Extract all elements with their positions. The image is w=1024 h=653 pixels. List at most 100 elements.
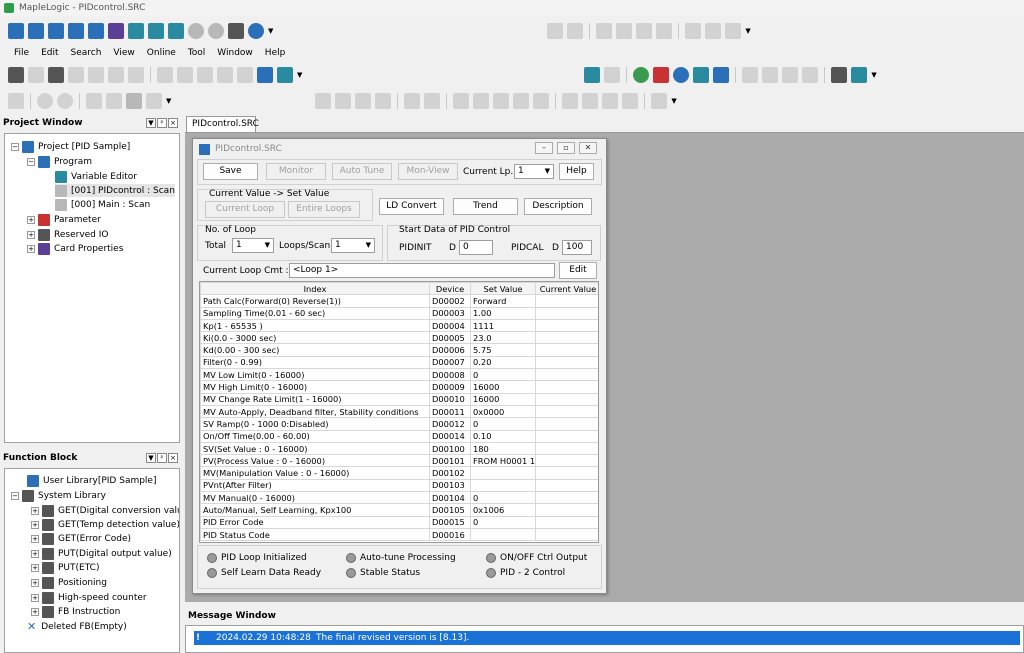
plc-copy-icon[interactable] — [604, 67, 621, 83]
table-row[interactable]: PID Status Code D00016 — [200, 527, 598, 542]
table-row[interactable]: MV(Manipulation Value : 0 - 16000) D00102 — [200, 466, 598, 480]
func2-icon[interactable] — [622, 93, 639, 109]
cell-set-value[interactable]: 0 — [470, 368, 536, 382]
collapse-icon[interactable]: − — [11, 142, 19, 151]
edit-button[interactable]: Edit — [559, 262, 597, 279]
stop-icon[interactable] — [208, 23, 224, 39]
loop-icon[interactable] — [633, 67, 650, 83]
upload-icon[interactable] — [68, 67, 84, 83]
set-icon[interactable] — [562, 93, 579, 109]
tree-parameter[interactable]: + Parameter — [27, 213, 101, 226]
table-icon[interactable] — [86, 93, 102, 109]
fb-item[interactable]: + GET(Error Code) — [31, 532, 131, 545]
panel-pin-button[interactable]: ᵖ — [157, 118, 167, 128]
tree-variable-editor[interactable]: Variable Editor — [55, 170, 137, 183]
tools-icon[interactable] — [831, 67, 848, 83]
page-remove-icon[interactable] — [802, 67, 819, 83]
table2-icon[interactable] — [106, 93, 122, 109]
rising-icon[interactable] — [493, 93, 510, 109]
panel-close-button[interactable]: × — [168, 118, 178, 128]
trend-icon[interactable] — [713, 67, 730, 83]
panel-menu-button[interactable]: ▼ — [146, 453, 156, 463]
fb-item[interactable]: + GET(Temp detection value) — [31, 518, 179, 531]
help-button[interactable]: Help — [559, 163, 594, 180]
monitor-button[interactable]: Monitor — [266, 163, 326, 180]
branch-icon[interactable] — [355, 93, 372, 109]
mon-view-button[interactable]: Mon-View — [398, 163, 458, 180]
connect-icon[interactable] — [8, 67, 24, 83]
cell-set-value[interactable]: 0.20 — [470, 355, 536, 370]
table-row[interactable]: Kp(1 - 65535 ) D00004 1111 — [200, 318, 598, 333]
table-row[interactable]: MV High Limit(0 - 16000) D00009 16000 — [200, 380, 598, 394]
expand-icon[interactable]: + — [27, 230, 35, 239]
tree-project-root[interactable]: − Project [PID Sample] — [11, 140, 130, 153]
fb-system-library[interactable]: − System Library — [11, 489, 106, 502]
open-recent-icon[interactable] — [48, 23, 64, 39]
expand-icon[interactable]: + — [31, 563, 39, 572]
table-row[interactable]: MV Low Limit(0 - 16000) D00008 0 — [200, 368, 598, 382]
fb-item[interactable]: + PUT(ETC) — [31, 561, 99, 574]
cell-set-value[interactable]: Forward — [470, 294, 536, 308]
f3-icon[interactable] — [424, 93, 441, 109]
download-icon[interactable] — [48, 67, 64, 83]
table-row[interactable]: PVnt(After Filter) D00103 — [200, 478, 598, 493]
cell-set-value[interactable]: 16000 — [470, 392, 536, 406]
fb-item[interactable]: + PUT(Digital output value) — [31, 547, 172, 560]
falling-icon[interactable] — [513, 93, 530, 109]
page-add-icon[interactable] — [782, 67, 799, 83]
cell-set-value[interactable]: 0x0000 — [470, 404, 536, 419]
table-row[interactable]: Auto/Manual, Self Learning, Kpx100 D00105… — [200, 503, 598, 517]
table-row[interactable]: MV Manual(0 - 16000) D00104 0 — [200, 491, 598, 505]
table-row[interactable]: PV(Process Value : 0 - 16000) D00101 FROM … — [200, 454, 598, 468]
menu-view[interactable]: View — [107, 46, 140, 60]
record-icon[interactable] — [188, 23, 204, 39]
menu-online[interactable]: Online — [141, 46, 182, 60]
nc-contact-icon[interactable] — [473, 93, 490, 109]
breakpoint-icon[interactable] — [217, 67, 233, 83]
gear-icon[interactable] — [673, 67, 690, 83]
fb-item[interactable]: + High-speed counter — [31, 591, 147, 604]
cell-set-value[interactable] — [470, 478, 536, 493]
loop-comment-input[interactable]: <Loop 1> — [289, 263, 555, 278]
cell-set-value[interactable]: 0 — [470, 515, 536, 529]
goto-icon[interactable] — [725, 23, 742, 39]
description-button[interactable]: Description — [524, 198, 592, 215]
coil-icon[interactable] — [335, 93, 352, 109]
current-lp-select[interactable]: 1 ▼ — [514, 164, 554, 179]
maximize-button[interactable]: ▫ — [557, 142, 575, 154]
replace-icon[interactable] — [705, 23, 722, 39]
info-icon[interactable] — [237, 67, 253, 83]
print-icon[interactable] — [228, 23, 244, 39]
table3-icon[interactable] — [126, 93, 142, 109]
expand-icon[interactable]: + — [31, 549, 39, 558]
toolbar-dropdown-icon[interactable]: ▼ — [871, 71, 876, 79]
minimize-button[interactable]: – — [535, 142, 553, 154]
expand-icon[interactable]: + — [27, 215, 35, 224]
table-row[interactable]: SV(Set Value : 0 - 16000) D00100 180 — [200, 441, 598, 456]
toolbar-dropdown-icon[interactable]: ▼ — [745, 27, 750, 35]
cell-set-value[interactable]: 0x1006 — [470, 503, 536, 517]
table4-icon[interactable] — [146, 93, 162, 109]
table-row[interactable]: Filter(0 - 0.99) D00007 0.20 — [200, 355, 598, 370]
reset-icon[interactable] — [582, 93, 599, 109]
panel-menu-button[interactable]: ▼ — [146, 118, 156, 128]
toolbar-dropdown-icon[interactable]: ▼ — [166, 97, 171, 105]
wire-icon[interactable] — [375, 93, 392, 109]
f2-icon[interactable] — [404, 93, 421, 109]
expand-icon[interactable]: + — [31, 593, 39, 602]
table-row[interactable]: PID Error Code D00015 0 — [200, 515, 598, 529]
auto-tune-button[interactable]: Auto Tune — [332, 163, 392, 180]
panel-pin-button[interactable]: ᵖ — [157, 453, 167, 463]
delete-icon[interactable] — [656, 23, 673, 39]
cell-set-value[interactable]: 1111 — [470, 318, 536, 333]
collapse-icon[interactable]: − — [27, 157, 35, 166]
chart-icon[interactable] — [277, 67, 293, 83]
tab-pidcontrol[interactable]: PIDcontrol.SRC — [186, 116, 259, 132]
cell-set-value[interactable]: 1.00 — [470, 306, 536, 320]
help-icon[interactable] — [248, 23, 264, 39]
toolbar-dropdown-icon[interactable]: ▼ — [268, 27, 273, 35]
page-edit-icon[interactable] — [762, 67, 779, 83]
menu-search[interactable]: Search — [65, 46, 108, 60]
fb-icon[interactable] — [651, 93, 668, 109]
grid-icon[interactable] — [108, 23, 124, 39]
